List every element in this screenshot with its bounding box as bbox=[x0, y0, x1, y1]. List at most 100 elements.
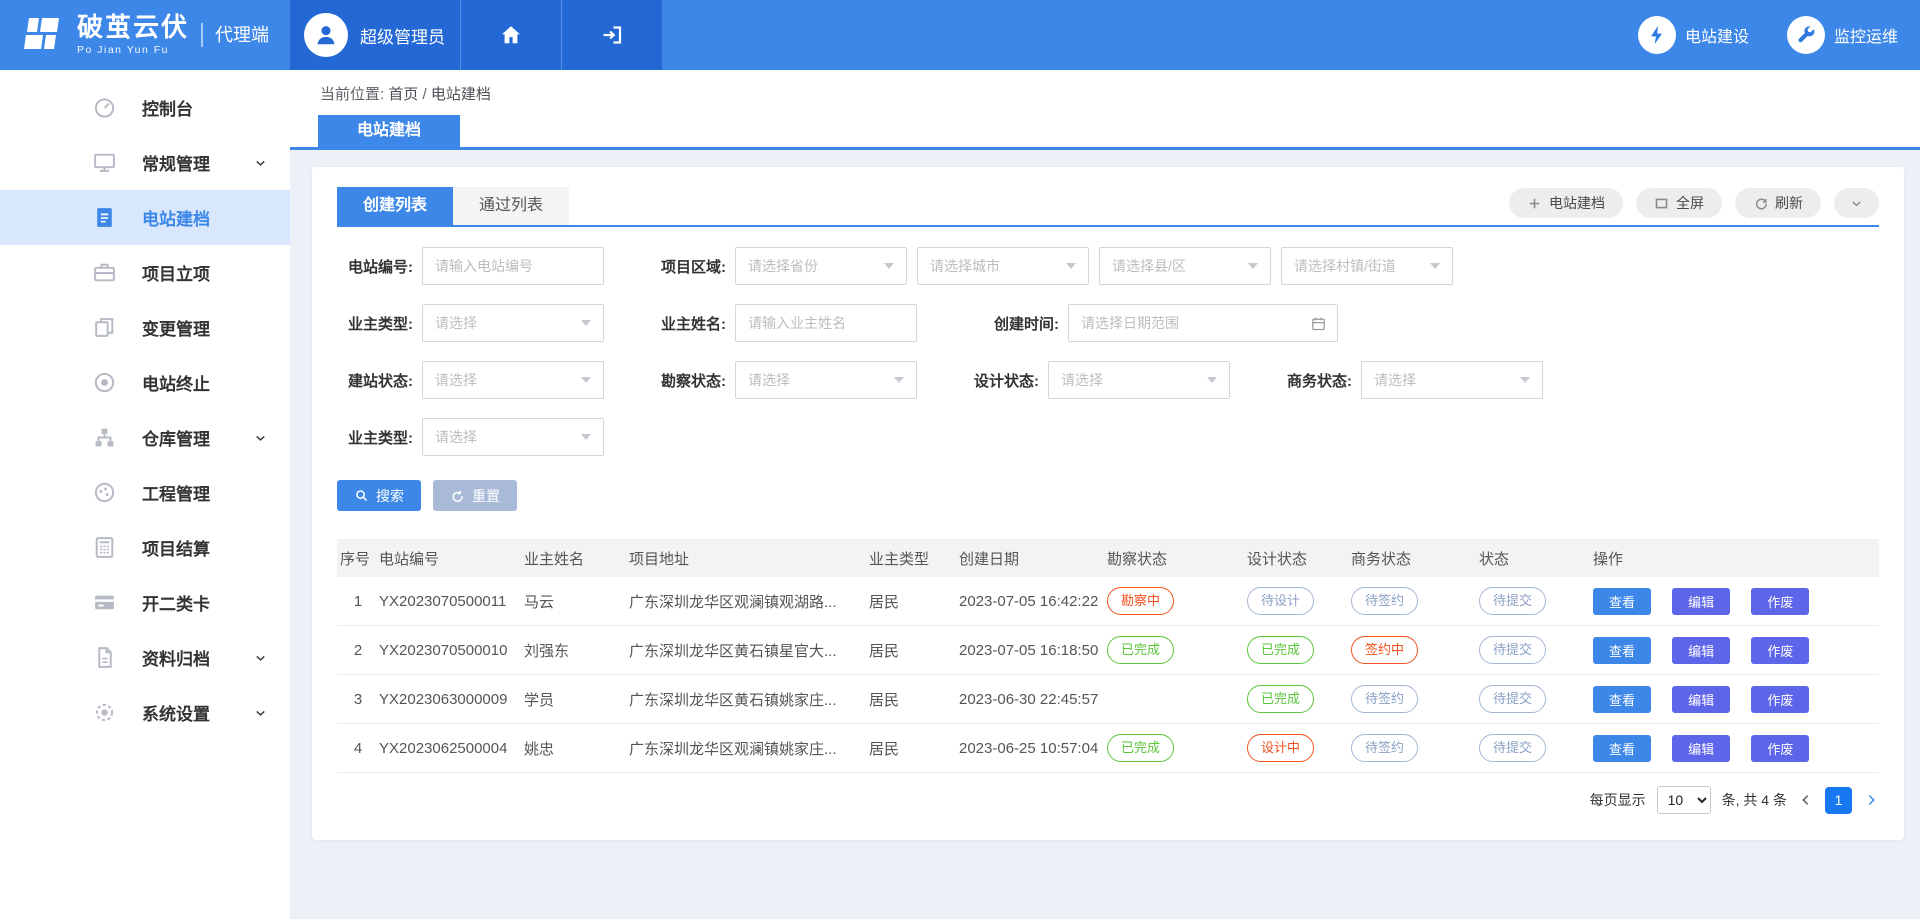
business-status-badge: 待签约 bbox=[1351, 587, 1418, 615]
create-station-button[interactable]: 电站建档 bbox=[1509, 188, 1623, 218]
breadcrumb-prefix: 当前位置: bbox=[320, 86, 384, 103]
edit-button[interactable]: 编辑 bbox=[1672, 686, 1730, 713]
topbar-user-section: 超级管理员 bbox=[290, 0, 662, 70]
owner-type-select[interactable]: 请选择 bbox=[422, 304, 604, 342]
sidebar-item-engineering-mgmt[interactable]: 工程管理 bbox=[0, 465, 290, 520]
owner-name-input[interactable] bbox=[735, 304, 917, 342]
design-status-badge: 已完成 bbox=[1247, 685, 1314, 713]
chevron-down-icon bbox=[253, 705, 268, 720]
sidebar-item-project-settlement[interactable]: 项目结算 bbox=[0, 520, 290, 575]
nav-station-build-label: 电站建设 bbox=[1685, 23, 1749, 47]
chevron-down-icon bbox=[253, 430, 268, 445]
owner-name: 马云 bbox=[524, 591, 629, 612]
tab-create-list[interactable]: 创建列表 bbox=[337, 187, 453, 225]
sidebar-item-change-mgmt[interactable]: 变更管理 bbox=[0, 300, 290, 355]
nav-station-build[interactable]: 电站建设 bbox=[1638, 16, 1749, 54]
page-number-1[interactable]: 1 bbox=[1825, 787, 1852, 814]
caret-down-icon bbox=[581, 377, 591, 383]
chevron-down-icon bbox=[253, 155, 268, 170]
plus-icon bbox=[1527, 196, 1542, 211]
per-page-select[interactable]: 10 bbox=[1657, 786, 1711, 814]
province-select[interactable]: 请选择省份 bbox=[735, 247, 907, 285]
project-address: 广东深圳龙华区观澜镇观湖路... bbox=[629, 591, 869, 612]
sidebar-item-label: 电站建档 bbox=[142, 205, 210, 230]
void-button[interactable]: 作废 bbox=[1751, 588, 1809, 615]
search-icon bbox=[354, 488, 369, 503]
list-tabs-row: 创建列表 通过列表 电站建档 全屏 bbox=[337, 187, 1879, 227]
edit-button[interactable]: 编辑 bbox=[1672, 588, 1730, 615]
caret-down-icon bbox=[884, 263, 894, 269]
county-select[interactable]: 请选择县/区 bbox=[1099, 247, 1271, 285]
fullscreen-button[interactable]: 全屏 bbox=[1636, 188, 1722, 218]
avatar bbox=[304, 13, 348, 57]
sidebar-item-station-filing[interactable]: 电站建档 bbox=[0, 190, 290, 245]
owner-type2-label: 业主类型: bbox=[337, 427, 413, 448]
home-button[interactable] bbox=[461, 0, 561, 70]
sidebar-item-project-initiation[interactable]: 项目立项 bbox=[0, 245, 290, 300]
date-range-picker[interactable]: 请选择日期范围 bbox=[1068, 304, 1338, 342]
build-status-select[interactable]: 请选择 bbox=[422, 361, 604, 399]
sidebar-item-station-termination[interactable]: 电站终止 bbox=[0, 355, 290, 410]
briefcase-icon bbox=[92, 260, 117, 285]
brand-subtitle: Po Jian Yun Fu bbox=[77, 45, 189, 56]
project-address: 广东深圳龙华区黄石镇姚家庄... bbox=[629, 689, 869, 710]
home-icon bbox=[499, 23, 523, 47]
town-select[interactable]: 请选择村镇/街道 bbox=[1281, 247, 1453, 285]
edit-button[interactable]: 编辑 bbox=[1672, 637, 1730, 664]
view-button[interactable]: 查看 bbox=[1593, 637, 1651, 664]
void-button[interactable]: 作废 bbox=[1751, 637, 1809, 664]
breadcrumb-current: 电站建档 bbox=[431, 86, 491, 103]
archive-icon bbox=[92, 645, 117, 670]
page-tab-station-filing[interactable]: 电站建档 bbox=[318, 115, 460, 147]
station-code-input[interactable] bbox=[422, 247, 604, 285]
content: 创建列表 通过列表 电站建档 全屏 bbox=[290, 150, 1920, 840]
view-button[interactable]: 查看 bbox=[1593, 588, 1651, 615]
business-status-select[interactable]: 请选择 bbox=[1361, 361, 1543, 399]
logout-button[interactable] bbox=[562, 0, 662, 70]
refresh-button[interactable]: 刷新 bbox=[1735, 188, 1821, 218]
view-button[interactable]: 查看 bbox=[1593, 686, 1651, 713]
topbar: 破茧云伏 Po Jian Yun Fu 代理端 超级管理员 bbox=[0, 0, 1920, 70]
design-status-select[interactable]: 请选择 bbox=[1048, 361, 1230, 399]
caret-down-icon bbox=[1430, 263, 1440, 269]
sidebar-item-console[interactable]: 控制台 bbox=[0, 80, 290, 135]
user-menu[interactable]: 超级管理员 bbox=[290, 13, 460, 57]
tab-passed-list[interactable]: 通过列表 bbox=[453, 187, 569, 225]
chevron-right-icon bbox=[1863, 792, 1879, 808]
design-status-badge: 设计中 bbox=[1247, 734, 1314, 762]
station-code: YX2023070500011 bbox=[379, 593, 524, 610]
table-row: 4 YX2023062500004 姚忠 广东深圳龙华区观澜镇姚家庄... 居民… bbox=[337, 724, 1879, 773]
edit-button[interactable]: 编辑 bbox=[1672, 735, 1730, 762]
void-button[interactable]: 作废 bbox=[1751, 686, 1809, 713]
sidebar-item-open-card[interactable]: 开二类卡 bbox=[0, 575, 290, 630]
sidebar-item-label: 仓库管理 bbox=[142, 425, 210, 450]
chevron-down-icon bbox=[253, 650, 268, 665]
breadcrumb-home[interactable]: 首页 bbox=[388, 86, 418, 103]
void-button[interactable]: 作废 bbox=[1751, 735, 1809, 762]
sidebar-item-data-archive[interactable]: 资料归档 bbox=[0, 630, 290, 685]
reset-button[interactable]: 重置 bbox=[433, 480, 517, 511]
survey-status-select[interactable]: 请选择 bbox=[735, 361, 917, 399]
sidebar-item-system-settings[interactable]: 系统设置 bbox=[0, 685, 290, 740]
collapse-button[interactable] bbox=[1834, 188, 1879, 218]
next-page-button[interactable] bbox=[1863, 792, 1879, 808]
city-select[interactable]: 请选择城市 bbox=[917, 247, 1089, 285]
created-date: 2023-06-30 22:45:57 bbox=[959, 691, 1107, 708]
owner-type2-select[interactable]: 请选择 bbox=[422, 418, 604, 456]
sidebar-item-label: 控制台 bbox=[142, 95, 193, 120]
sidebar-item-general-mgmt[interactable]: 常规管理 bbox=[0, 135, 290, 190]
search-button[interactable]: 搜索 bbox=[337, 480, 421, 511]
owner-name-label: 业主姓名: bbox=[650, 313, 726, 334]
reset-icon bbox=[450, 488, 465, 503]
project-address: 广东深圳龙华区观澜镇姚家庄... bbox=[629, 738, 869, 759]
sidebar: 控制台 常规管理 电站建档 项目立项 变更管理 电站终止 bbox=[0, 70, 290, 919]
sidebar-item-warehouse-mgmt[interactable]: 仓库管理 bbox=[0, 410, 290, 465]
build-status-label: 建站状态: bbox=[337, 370, 413, 391]
sidebar-item-label: 资料归档 bbox=[142, 645, 210, 670]
view-button[interactable]: 查看 bbox=[1593, 735, 1651, 762]
prev-page-button[interactable] bbox=[1798, 792, 1814, 808]
nav-monitor-ops[interactable]: 监控运维 bbox=[1787, 16, 1898, 54]
logout-icon bbox=[600, 23, 624, 47]
survey-status-label: 勘察状态: bbox=[650, 370, 726, 391]
dashboard-icon bbox=[92, 95, 117, 120]
